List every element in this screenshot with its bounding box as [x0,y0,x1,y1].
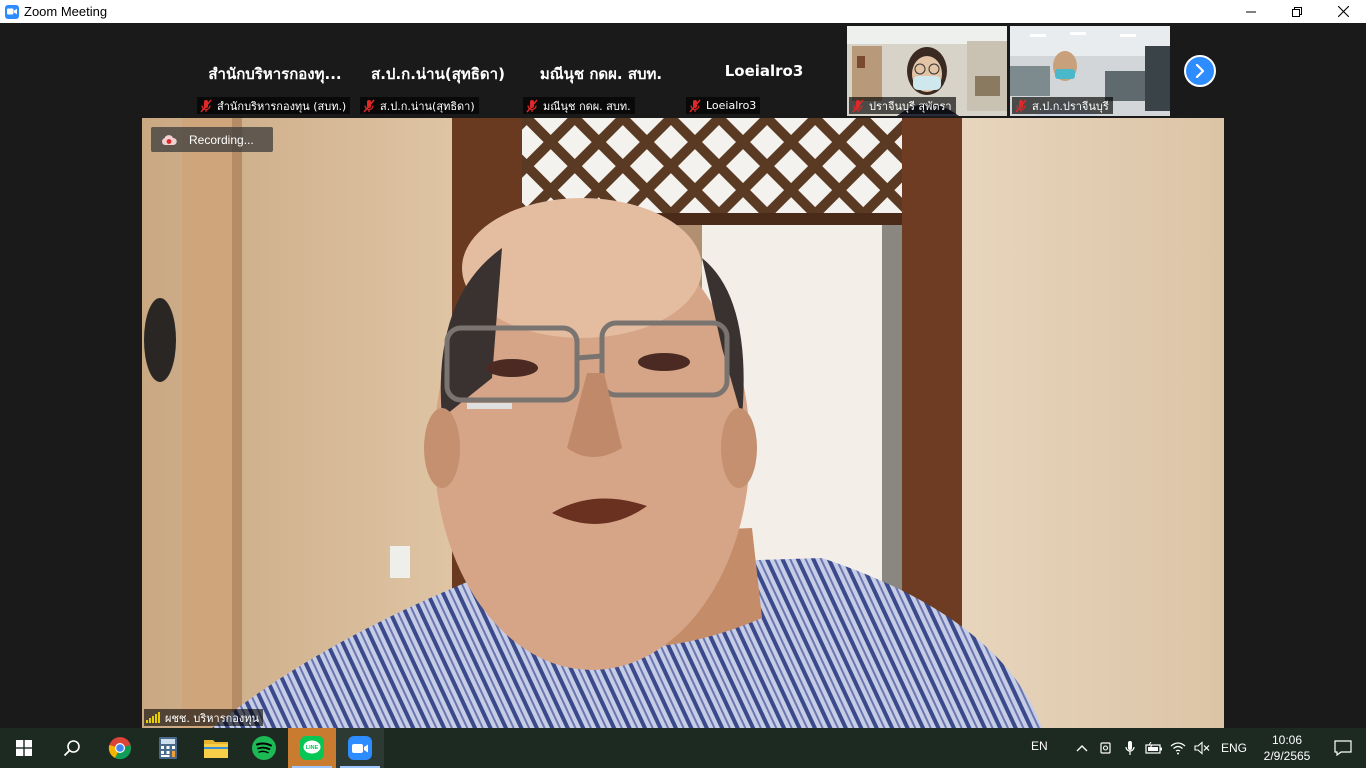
restore-button[interactable] [1274,0,1320,23]
minimize-button[interactable] [1228,0,1274,23]
participant-display-name: Loeialro3 [724,62,804,80]
microphone-icon [1125,741,1135,755]
action-center-button[interactable] [1320,728,1366,768]
mic-muted-icon [1015,99,1027,112]
participant-video-tile[interactable]: ส.ป.ก.ปราจีนบุรี [1010,26,1170,116]
mic-muted-icon [852,99,864,112]
show-hidden-icons-button[interactable] [1070,728,1094,768]
participant-label-text: สำนักบริหารกองทุน (สบท.) [217,99,347,113]
folder-icon [204,740,228,758]
participant-tile[interactable]: มณีนุช กดผ. สบท. มณีนุช กดผ. สบท. [521,26,681,116]
taskbar-file-explorer[interactable] [192,728,240,768]
next-page-button[interactable] [1184,55,1216,87]
participant-tile[interactable]: สำนักบริหารกองทุ... สำนักบริหารกองทุน (ส… [195,26,355,116]
participant-label: มณีนุช กดผ. สบท. [523,97,635,114]
chevron-up-icon [1076,745,1088,752]
participant-label-text: มณีนุช กดผ. สบท. [543,99,631,113]
mic-muted-icon [689,99,701,112]
clock[interactable]: 10:06 2/9/2565 [1254,732,1320,764]
camera-icon [1100,742,1111,754]
participant-label-text: ส.ป.ก.น่าน(สุทธิดา) [380,99,475,113]
zoom-icon [348,736,372,760]
zoom-app-icon [5,4,19,19]
chrome-icon [108,737,131,760]
participant-label-text: ปราจีนบุรี สุพัตรา [869,99,952,113]
line-app-icon: LINE [300,736,324,760]
chevron-right-icon [1195,64,1205,78]
clock-date: 2/9/2565 [1263,749,1311,763]
speaker-name-label: ผชช. บริหารกองทุน [144,709,264,726]
language-indicator[interactable]: ENG [1214,741,1254,755]
participant-display-name: มณีนุช กดผ. สบท. [539,65,663,83]
tray-microphone[interactable] [1118,728,1142,768]
recording-text: Recording... [189,132,254,147]
windows-taskbar: LINE EN ENG 10:06 2/9/2565 [0,728,1366,768]
taskbar-calculator[interactable] [144,728,192,768]
input-indicator[interactable]: EN [1031,739,1048,753]
wifi-icon [1170,742,1186,755]
search-icon [63,740,80,757]
speaker-muted-icon [1194,741,1210,755]
system-tray: ENG 10:06 2/9/2565 [1070,728,1366,768]
svg-text:LINE: LINE [306,745,319,751]
participant-label-text: Loeialro3 [706,99,757,112]
participant-label-text: ส.ป.ก.ปราจีนบุรี [1032,99,1109,113]
participant-display-name: ส.ป.ก.น่าน(สุทธิดา) [371,65,505,83]
participant-label: Loeialro3 [686,97,761,114]
participant-strip: สำนักบริหารกองทุ... สำนักบริหารกองทุน (ส… [0,23,1366,118]
taskbar-line[interactable]: LINE [288,728,336,768]
recording-indicator[interactable]: Recording... [151,127,273,152]
window-title: Zoom Meeting [24,4,108,19]
close-button[interactable] [1320,0,1366,23]
signal-strength-icon [146,712,160,723]
participant-video-tile[interactable]: ปราจีนบุรี สุพัตรา [847,26,1007,116]
search-button[interactable] [48,728,96,768]
participant-label: ปราจีนบุรี สุพัตรา [849,97,956,114]
tray-battery[interactable] [1142,728,1166,768]
taskbar-spotify[interactable] [240,728,288,768]
calculator-icon [159,737,177,759]
participant-label: สำนักบริหารกองทุน (สบท.) [197,97,351,114]
active-speaker-video[interactable]: Recording... ผชช. บริหารกองทุน [142,118,1224,728]
participant-tile[interactable]: ส.ป.ก.น่าน(สุทธิดา) ส.ป.ก.น่าน(สุทธิดา) [358,26,518,116]
battery-charging-icon [1145,742,1162,754]
clock-time: 10:06 [1271,733,1303,747]
taskbar-chrome[interactable] [96,728,144,768]
speaker-video-feed [142,118,1224,728]
mic-muted-icon [363,99,375,112]
spotify-icon [252,736,276,760]
start-button[interactable] [0,728,48,768]
participant-label: ส.ป.ก.ปราจีนบุรี [1012,97,1113,114]
tray-volume[interactable] [1190,728,1214,768]
participant-label: ส.ป.ก.น่าน(สุทธิดา) [360,97,479,114]
participant-tile[interactable]: Loeialro3 Loeialro3 [684,26,844,116]
taskbar-zoom[interactable] [336,728,384,768]
tray-network[interactable] [1166,728,1190,768]
speaker-name-text: ผชช. บริหารกองทุน [165,711,260,725]
mic-muted-icon [526,99,538,112]
title-bar: Zoom Meeting [0,0,1366,23]
mic-muted-icon [200,99,212,112]
cloud-recording-icon [162,134,177,145]
participant-display-name: สำนักบริหารกองทุ... [208,65,342,83]
tray-meet-now[interactable] [1094,728,1118,768]
windows-logo-icon [16,740,32,756]
notification-icon [1334,740,1352,756]
